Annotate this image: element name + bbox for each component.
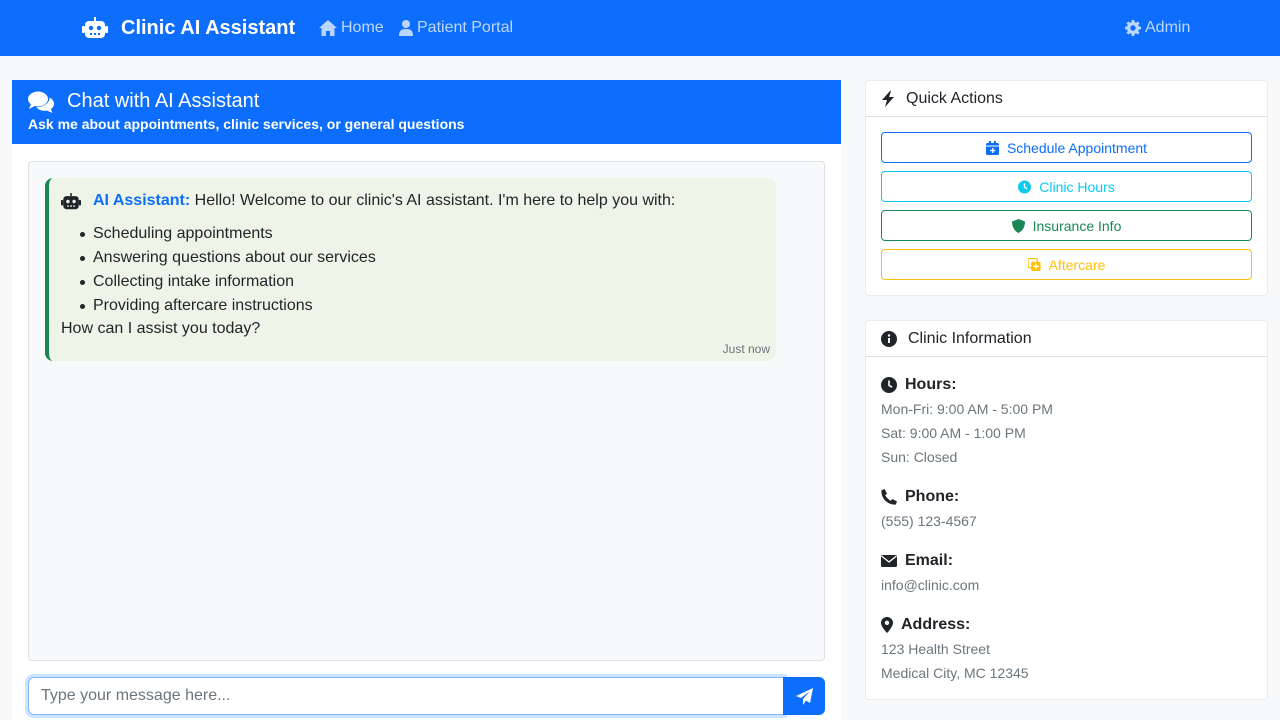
chat-title: Chat with AI Assistant xyxy=(28,90,259,113)
hours-line: Sun: Closed xyxy=(881,449,958,465)
chat-card: Chat with AI Assistant Ask me about appo… xyxy=(12,80,841,720)
phone-value: (555) 123-4567 xyxy=(881,513,977,529)
robot-icon xyxy=(61,193,81,210)
clinic-info-card: Clinic Information Hours: Mon-Fri: 9:00 … xyxy=(865,320,1268,700)
chat-title-text: Chat with AI Assistant xyxy=(67,90,260,112)
nav-patient-portal-label: Patient Portal xyxy=(417,19,514,36)
clinic-info-title: Clinic Information xyxy=(908,329,1032,347)
nav-admin-link[interactable]: Admin xyxy=(1125,18,1190,38)
email-label-text: Email: xyxy=(905,552,954,569)
comments-icon xyxy=(28,91,54,113)
user-icon xyxy=(399,20,413,36)
quick-actions-title: Quick Actions xyxy=(906,89,1003,107)
email-value: info@clinic.com xyxy=(881,577,980,593)
address-line: 123 Health Street xyxy=(881,641,990,657)
nav-home-label: Home xyxy=(341,19,384,36)
info-circle-icon xyxy=(881,330,897,347)
list-item: Answering questions about our services xyxy=(80,248,376,272)
insurance-info-label: Insurance Info xyxy=(1032,217,1122,234)
bot-message: AI Assistant: Hello! Welcome to our clin… xyxy=(45,178,776,361)
message-sender: AI Assistant: xyxy=(93,192,191,209)
send-button[interactable] xyxy=(783,677,825,715)
chat-input-group xyxy=(28,677,825,715)
clinic-hours-label: Clinic Hours xyxy=(1039,178,1115,195)
paper-plane-icon xyxy=(795,687,813,705)
clock-icon xyxy=(881,377,897,393)
clinic-info-header: Clinic Information xyxy=(866,321,1267,357)
schedule-appointment-button[interactable]: Schedule Appointment xyxy=(881,132,1252,163)
message-timestamp: Just now xyxy=(722,342,770,356)
clinic-hours-button[interactable]: Clinic Hours xyxy=(881,171,1252,202)
message-list: Scheduling appointments Answering questi… xyxy=(80,224,376,320)
list-item: Collecting intake information xyxy=(80,272,376,296)
email-label: Email: xyxy=(881,552,953,570)
message-input[interactable] xyxy=(28,677,784,715)
message-intro: Hello! Welcome to our clinic's AI assist… xyxy=(194,192,676,209)
robot-icon xyxy=(82,17,108,38)
phone-label: Phone: xyxy=(881,488,959,506)
hours-label-text: Hours: xyxy=(905,376,957,393)
copy-plus-icon xyxy=(1027,257,1041,271)
list-item: Providing aftercare instructions xyxy=(80,296,376,320)
home-icon xyxy=(319,20,337,36)
address-label-text: Address: xyxy=(901,616,971,633)
nav-patient-portal-link[interactable]: Patient Portal xyxy=(399,18,513,38)
brand-label: Clinic AI Assistant xyxy=(121,16,296,39)
hours-line: Mon-Fri: 9:00 AM - 5:00 PM xyxy=(881,401,1053,417)
quick-actions-header: Quick Actions xyxy=(866,81,1267,117)
message-closing: How can I assist you today? xyxy=(61,320,261,337)
schedule-appointment-label: Schedule Appointment xyxy=(1006,139,1148,156)
chat-messages[interactable]: AI Assistant: Hello! Welcome to our clin… xyxy=(28,161,825,661)
bolt-icon xyxy=(882,90,894,107)
hours-label: Hours: xyxy=(881,376,957,394)
address-label: Address: xyxy=(881,616,970,634)
shield-icon xyxy=(1011,218,1025,233)
nav-admin-label: Admin xyxy=(1145,19,1191,36)
phone-icon xyxy=(881,489,897,505)
calendar-plus-icon xyxy=(985,140,999,155)
map-marker-icon xyxy=(881,617,893,633)
envelope-icon xyxy=(881,555,897,567)
clock-icon xyxy=(1018,180,1032,193)
aftercare-label: Aftercare xyxy=(1048,256,1106,273)
chat-header: Chat with AI Assistant Ask me about appo… xyxy=(12,80,841,144)
aftercare-button[interactable]: Aftercare xyxy=(881,249,1252,280)
gear-icon xyxy=(1125,20,1141,36)
insurance-info-button[interactable]: Insurance Info xyxy=(881,210,1252,241)
brand[interactable]: Clinic AI Assistant xyxy=(82,16,295,40)
quick-actions-card: Quick Actions Schedule Appointment Clini… xyxy=(865,80,1268,296)
list-item: Scheduling appointments xyxy=(80,224,376,248)
hours-line: Sat: 9:00 AM - 1:00 PM xyxy=(881,425,1026,441)
address-line: Medical City, MC 12345 xyxy=(881,665,1029,681)
chat-subtitle: Ask me about appointments, clinic servic… xyxy=(28,116,465,132)
nav-home-link[interactable]: Home xyxy=(319,18,384,38)
phone-label-text: Phone: xyxy=(905,488,960,505)
message-intro-line: AI Assistant: Hello! Welcome to our clin… xyxy=(93,192,675,210)
navbar: Clinic AI Assistant Home Patient Portal … xyxy=(0,0,1280,56)
